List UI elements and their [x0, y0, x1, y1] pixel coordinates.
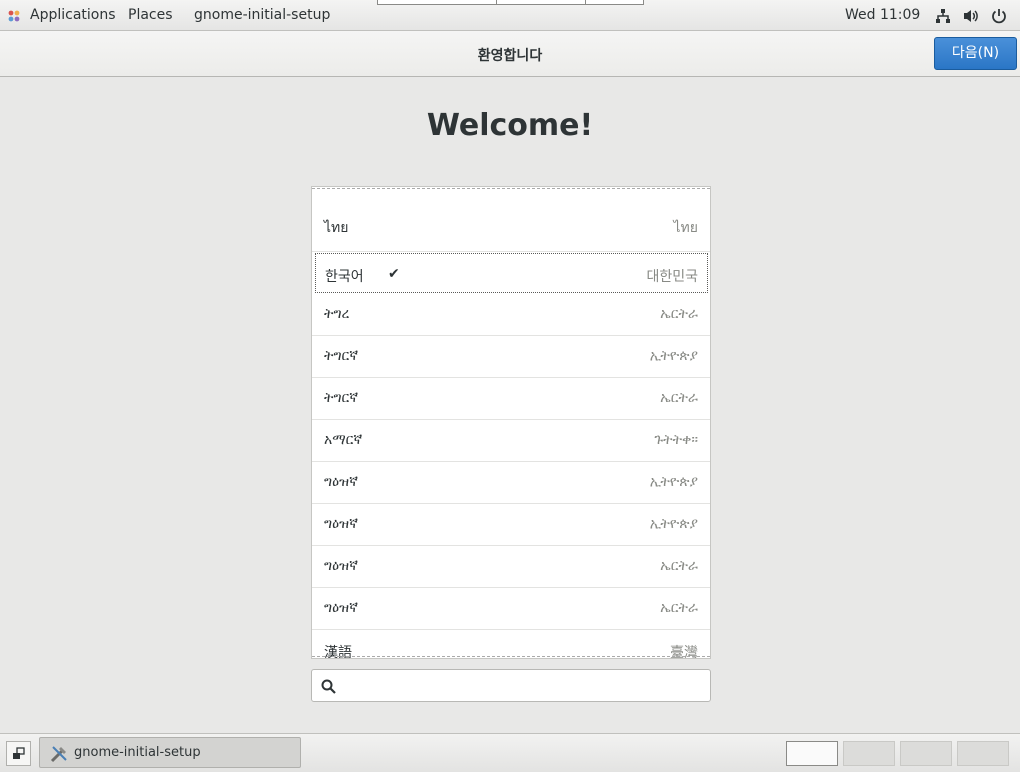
language-row[interactable]: ግዕዝኛ ኢትዮጵያ	[312, 504, 710, 546]
workspace-1[interactable]	[786, 741, 838, 766]
next-button[interactable]: 다음(N)	[934, 37, 1017, 70]
language-row[interactable]: አማርኛ ጉትትቀ።	[312, 420, 710, 462]
language-row[interactable]: ግዕዝኛ ኤርትራ	[312, 588, 710, 630]
language-name: ትግርኛ	[324, 348, 359, 364]
power-icon[interactable]	[991, 8, 1007, 24]
welcome-heading: Welcome!	[426, 108, 594, 143]
clock[interactable]: Wed 11:09	[845, 7, 920, 23]
taskbar-window-button[interactable]: gnome-initial-setup	[39, 737, 301, 768]
language-name: ትግረ	[324, 306, 350, 322]
language-row[interactable]: ትግርኛ ኤርትራ	[312, 378, 710, 420]
language-name: ትግርኛ	[324, 390, 359, 406]
language-region: ጉትትቀ።	[654, 432, 698, 448]
language-name: ግዕዝኛ	[324, 474, 358, 490]
language-row[interactable]: ትግረ ኤርትራ	[312, 294, 710, 336]
language-name: ግዕዝኛ	[324, 516, 358, 532]
language-region: ኤርትራ	[660, 306, 698, 322]
language-region: ኢትዮጵያ	[649, 474, 698, 490]
language-row[interactable]: 한국어 ✔ 대한민국	[315, 253, 708, 293]
language-name: 한국어	[325, 269, 364, 285]
top-panel: Applications Places gnome-initial-setup …	[0, 0, 1020, 31]
language-region: ไทย	[673, 220, 698, 236]
places-menu[interactable]: Places	[128, 7, 173, 23]
language-name: ግዕዝኛ	[324, 600, 358, 616]
language-region: ኢትዮጵያ	[649, 348, 698, 364]
tools-icon	[50, 746, 67, 763]
language-region: ኤርትራ	[660, 558, 698, 574]
applications-menu[interactable]: Applications	[30, 7, 116, 23]
scroll-indicator-bottom	[312, 656, 710, 657]
language-row[interactable]: ግዕዝኛ ኤርትራ	[312, 546, 710, 588]
language-name: ግዕዝኛ	[324, 558, 358, 574]
applications-icon	[8, 10, 20, 22]
search-input[interactable]	[311, 669, 711, 702]
workspace-3[interactable]	[900, 741, 952, 766]
scroll-indicator-top	[312, 188, 710, 189]
panel-notch	[377, 0, 644, 5]
language-name: ไทย	[324, 220, 349, 236]
search-icon	[321, 679, 336, 694]
language-region: ኤርትራ	[660, 600, 698, 616]
language-row[interactable]: ግዕዝኛ ኢትዮጵያ	[312, 462, 710, 504]
show-desktop-button[interactable]	[6, 741, 31, 766]
language-region: ኢትዮጵያ	[649, 516, 698, 532]
workspace-2[interactable]	[843, 741, 895, 766]
network-icon[interactable]	[935, 8, 951, 24]
show-desktop-icon	[13, 747, 25, 759]
bottom-panel: gnome-initial-setup	[0, 733, 1020, 772]
workspace-4[interactable]	[957, 741, 1009, 766]
language-region: 대한민국	[646, 269, 698, 285]
page-title: 환영합니다	[477, 48, 543, 64]
checkmark-icon: ✔	[388, 266, 400, 282]
language-row[interactable]: 漢語 臺灣	[312, 630, 710, 658]
app-menu[interactable]: gnome-initial-setup	[194, 7, 330, 23]
language-row[interactable]: ไทย ไทย	[312, 199, 710, 252]
language-list[interactable]: ไทย ไทย 한국어 ✔ 대한민국 ትግረ ኤርትራ ትግርኛ ኢትዮጵያ ትግርኛ ኤርትራ አማ…	[311, 186, 711, 659]
taskbar-window-label: gnome-initial-setup	[74, 745, 201, 760]
language-name: አማርኛ	[324, 432, 363, 448]
language-row[interactable]: ትግርኛ ኢትዮጵያ	[312, 336, 710, 378]
volume-icon[interactable]	[963, 8, 979, 24]
header-bar: 환영합니다 다음(N)	[0, 31, 1020, 77]
language-region: ኤርትራ	[660, 390, 698, 406]
